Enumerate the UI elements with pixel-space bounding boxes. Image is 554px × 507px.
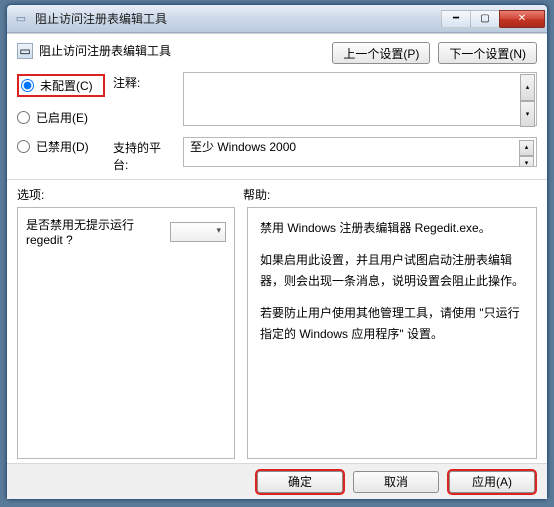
help-p2: 如果启用此设置，并且用户试图启动注册表编辑器，则会出现一条消息，说明设置会阻止此…: [260, 250, 524, 291]
platform-spinner[interactable]: ▴▾: [519, 140, 534, 164]
header-policy-icon: ▭: [17, 43, 33, 59]
content-area: ▭ 阻止访问注册表编辑工具 上一个设置(P) 下一个设置(N) 未配置(C): [7, 33, 547, 499]
radio-disabled-input[interactable]: [17, 140, 30, 153]
radio-enabled-label: 已启用(E): [36, 109, 88, 126]
options-panel: 是否禁用无提示运行 regedit ?: [17, 207, 235, 459]
dialog-window: ▭ 阻止访问注册表编辑工具 ━ ▢ ✕ ▭ 阻止访问注册表编辑工具 上一个设置(…: [6, 4, 548, 500]
options-label: 选项:: [17, 186, 243, 203]
radio-disabled[interactable]: 已禁用(D): [17, 138, 105, 155]
field-labels: 注释: 支持的平台:: [113, 72, 175, 173]
upper-panel: ▭ 阻止访问注册表编辑工具 上一个设置(P) 下一个设置(N) 未配置(C): [7, 34, 547, 180]
radio-enabled-input[interactable]: [17, 111, 30, 124]
option-select[interactable]: [170, 222, 226, 242]
radio-group: 未配置(C) 已启用(E) 已禁用(D): [17, 72, 105, 155]
window-controls: ━ ▢ ✕: [442, 10, 545, 28]
apply-button[interactable]: 应用(A): [449, 471, 535, 493]
policy-icon: ▭: [13, 11, 29, 27]
option-question: 是否禁用无提示运行 regedit ?: [26, 216, 164, 247]
platform-box: 至少 Windows 2000 ▴▾: [183, 137, 537, 167]
close-button[interactable]: ✕: [499, 10, 545, 28]
radio-not-configured-input[interactable]: [21, 79, 34, 92]
policy-header: ▭ 阻止访问注册表编辑工具: [17, 42, 332, 59]
cancel-button[interactable]: 取消: [353, 471, 439, 493]
help-label: 帮助:: [243, 186, 270, 203]
prev-setting-button[interactable]: 上一个设置(P): [332, 42, 430, 64]
lower-headers: 选项: 帮助:: [17, 186, 537, 203]
policy-name: 阻止访问注册表编辑工具: [39, 42, 171, 59]
comment-input[interactable]: [183, 72, 537, 126]
ok-button[interactable]: 确定: [257, 471, 343, 493]
radio-not-configured[interactable]: 未配置(C): [21, 77, 93, 94]
minimize-button[interactable]: ━: [441, 10, 471, 28]
maximize-button[interactable]: ▢: [470, 10, 500, 28]
nav-buttons: 上一个设置(P) 下一个设置(N): [332, 42, 537, 64]
help-panel: 禁用 Windows 注册表编辑器 Regedit.exe。 如果启用此设置，并…: [247, 207, 537, 459]
comment-spinner[interactable]: ▴▾: [520, 74, 535, 127]
platform-text: 至少 Windows 2000: [190, 140, 296, 154]
titlebar[interactable]: ▭ 阻止访问注册表编辑工具 ━ ▢ ✕: [7, 5, 547, 33]
help-p3: 若要防止用户使用其他管理工具，请使用 "只运行指定的 Windows 应用程序"…: [260, 303, 524, 344]
radio-not-configured-label: 未配置(C): [40, 77, 93, 94]
lower-panel: 选项: 帮助: 是否禁用无提示运行 regedit ? 禁用 Windows 注…: [7, 180, 547, 463]
platform-label: 支持的平台:: [113, 139, 175, 173]
radio-disabled-label: 已禁用(D): [36, 138, 89, 155]
help-p1: 禁用 Windows 注册表编辑器 Regedit.exe。: [260, 218, 524, 238]
radio-not-configured-wrap: 未配置(C): [17, 74, 105, 97]
comment-label: 注释:: [113, 74, 175, 91]
lower-columns: 是否禁用无提示运行 regedit ? 禁用 Windows 注册表编辑器 Re…: [17, 207, 537, 459]
next-setting-button[interactable]: 下一个设置(N): [438, 42, 537, 64]
window-title: 阻止访问注册表编辑工具: [35, 10, 442, 27]
radio-enabled[interactable]: 已启用(E): [17, 109, 105, 126]
config-row: 未配置(C) 已启用(E) 已禁用(D) 注释: 支持的平台:: [17, 72, 537, 173]
option-row: 是否禁用无提示运行 regedit ?: [26, 216, 226, 247]
dialog-footer: 确定 取消 应用(A): [7, 463, 547, 499]
field-inputs: ▴▾ 至少 Windows 2000 ▴▾: [183, 72, 537, 167]
